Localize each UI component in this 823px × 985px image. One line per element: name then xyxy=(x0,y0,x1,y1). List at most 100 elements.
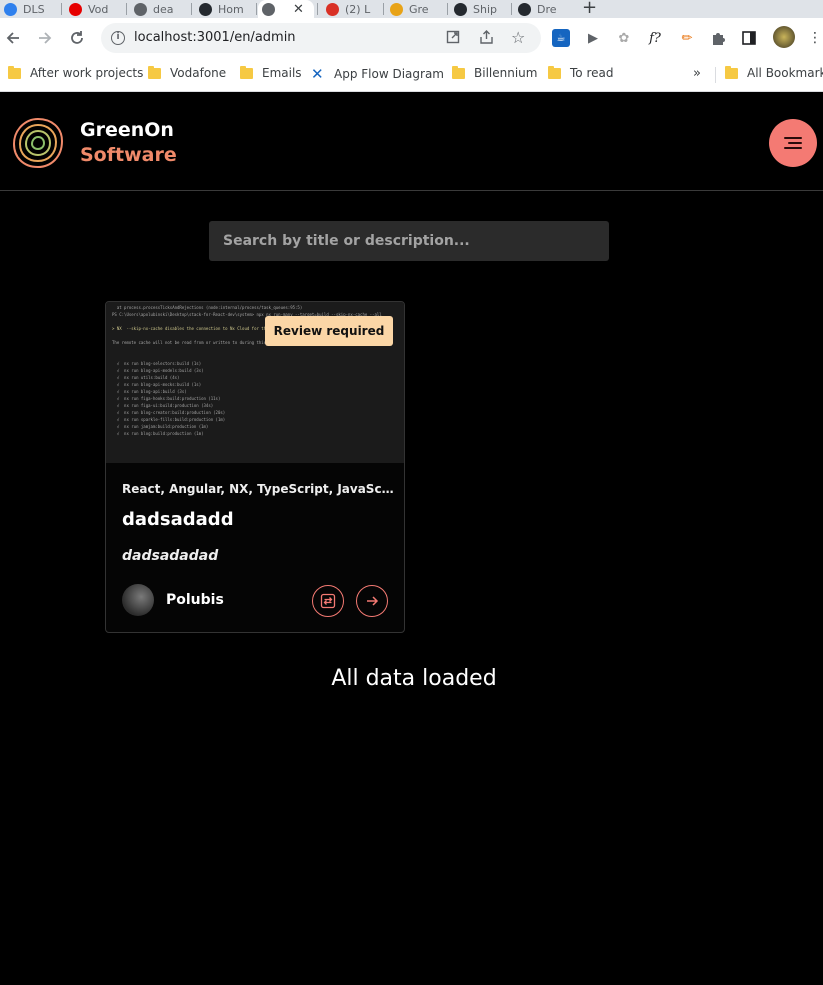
tab-label: Dre xyxy=(537,2,557,16)
tab-separator xyxy=(317,3,318,15)
bookmark-folder[interactable]: Vodafone xyxy=(148,65,226,80)
tab-favicon-icon xyxy=(4,2,17,16)
close-tab-icon[interactable]: ✕ xyxy=(293,2,304,17)
browser-tab[interactable]: Hom xyxy=(195,0,253,18)
tab-separator xyxy=(61,3,62,15)
greenon-logo-icon[interactable] xyxy=(11,116,65,170)
card-description: dadsadadad xyxy=(122,548,219,564)
browser-tab[interactable]: Ship xyxy=(450,0,508,18)
folder-icon xyxy=(148,65,161,79)
browser-tab[interactable]: (2) L xyxy=(322,0,380,18)
tab-favicon-icon xyxy=(134,2,147,16)
tab-separator xyxy=(191,3,192,15)
extension-formula-icon[interactable]: f? xyxy=(646,29,664,47)
tab-label: Hom xyxy=(218,2,244,16)
folder-icon xyxy=(240,65,253,79)
profile-avatar[interactable] xyxy=(773,26,795,48)
share-icon[interactable] xyxy=(479,30,494,48)
bookmark-folder[interactable]: After work projects xyxy=(8,65,143,80)
article-card[interactable]: at process.processTicksAndRejections (no… xyxy=(105,301,405,633)
thumbnail-terminal-line: √ nx run utils:build (4s) xyxy=(112,375,180,380)
tab-label: Gre xyxy=(409,2,429,16)
bookmark-link[interactable]: ✕ App Flow Diagram xyxy=(311,66,444,82)
extension-play-icon[interactable]: ▶ xyxy=(584,29,602,47)
reload-icon[interactable] xyxy=(66,27,88,49)
url-text[interactable]: localhost:3001/en/admin xyxy=(134,30,296,45)
browser-menu-icon[interactable]: ⋮ xyxy=(806,29,823,47)
thumbnail-terminal-line: √ nx run figa-hooks:build:production (11… xyxy=(112,396,221,401)
browser-tab-strip: + DLS Vod dea Hom ✕ (2) L Gre Ship Dre xyxy=(0,0,823,18)
open-in-new-icon[interactable] xyxy=(446,30,460,48)
bookmarks-divider xyxy=(715,67,716,83)
search-input[interactable] xyxy=(209,221,609,261)
change-status-button[interactable] xyxy=(312,585,344,617)
thumbnail-terminal-line: √ nx run figa-ui:build:production (34s) xyxy=(112,403,214,408)
thumbnail-terminal-line: √ nx run blog-api-models:build (3s) xyxy=(112,368,204,373)
bookmark-star-icon[interactable]: ☆ xyxy=(511,28,525,47)
browser-tab[interactable]: Vod xyxy=(65,0,123,18)
card-tags: React, Angular, NX, TypeScript, JavaScri… xyxy=(122,482,394,496)
tab-favicon-icon xyxy=(199,2,212,16)
thumbnail-terminal-line: √ nx run jamjam:build:production (1m) xyxy=(112,424,209,429)
menu-button[interactable] xyxy=(769,119,817,167)
bookmarks-bar: After work projects Vodafone Emails ✕ App… xyxy=(0,58,823,92)
tab-favicon-icon xyxy=(262,2,275,16)
bookmark-folder[interactable]: To read xyxy=(548,65,613,80)
back-icon[interactable] xyxy=(2,27,24,49)
swap-icon xyxy=(320,593,336,609)
tab-label: dea xyxy=(153,2,174,16)
browser-tab[interactable]: DLS xyxy=(0,0,58,18)
forward-icon[interactable] xyxy=(34,27,56,49)
app-flow-icon: ✕ xyxy=(311,65,324,83)
app-header: GreenOn Software xyxy=(0,93,823,191)
thumbnail-terminal-line xyxy=(112,346,398,353)
thumbnail-terminal-line: √ nx run blog:build:production (1m) xyxy=(112,431,204,436)
extension-coffee-icon[interactable]: ☕ xyxy=(552,29,570,47)
tab-separator xyxy=(383,3,384,15)
new-tab-button[interactable]: + xyxy=(582,0,597,18)
status-badge: Review required xyxy=(265,316,393,346)
browser-tab[interactable]: ✕ xyxy=(258,0,314,18)
open-article-button[interactable] xyxy=(356,585,388,617)
brand-subtitle: Software xyxy=(80,144,177,166)
bookmark-folder[interactable]: Emails xyxy=(240,65,302,80)
extensions-puzzle-icon[interactable] xyxy=(709,29,727,47)
extension-gear-icon[interactable]: ✿ xyxy=(615,29,633,47)
tab-label: Vod xyxy=(88,2,109,16)
thumbnail-terminal-line: √ nx run blog-api:build (3s) xyxy=(112,389,187,394)
browser-tab[interactable]: dea xyxy=(130,0,188,18)
folder-icon xyxy=(548,65,561,79)
folder-icon xyxy=(8,65,21,79)
thumbnail-terminal-line: √ nx run blog-creator:build:production (… xyxy=(112,410,226,415)
tab-favicon-icon xyxy=(390,2,403,16)
all-bookmarks-button[interactable]: All Bookmarks xyxy=(725,65,823,80)
thumbnail-terminal-line: √ nx run blog-selectors:build (1s) xyxy=(112,361,202,366)
browser-tab[interactable]: Dre xyxy=(514,0,572,18)
thumbnail-terminal-line xyxy=(112,353,398,360)
tab-favicon-icon xyxy=(454,2,467,16)
load-status-text: All data loaded xyxy=(331,666,497,691)
author-avatar xyxy=(122,584,154,616)
thumbnail-terminal-line: √ nx run sparkle-fills:build:production … xyxy=(112,417,226,422)
author-name: Polubis xyxy=(166,592,224,608)
bookmark-folder[interactable]: Billennium xyxy=(452,65,537,80)
thumbnail-terminal-line: at process.processTicksAndRejections (no… xyxy=(112,305,303,310)
thumbnail-terminal-line: √ nx run blog-api-mocks:build (1s) xyxy=(112,382,202,387)
tab-label: DLS xyxy=(23,2,45,16)
tab-favicon-icon xyxy=(69,2,82,16)
side-panel-icon[interactable] xyxy=(740,29,758,47)
brand-name: GreenOn xyxy=(80,119,174,141)
browser-toolbar: i localhost:3001/en/admin ☆ ☕ ▶ ✿ f? ✏ ⋮ xyxy=(0,18,823,58)
card-title[interactable]: dadsadadd xyxy=(122,509,234,530)
address-bar[interactable]: i localhost:3001/en/admin ☆ xyxy=(101,23,541,53)
tab-favicon-icon xyxy=(326,2,339,16)
browser-tab[interactable]: Gre xyxy=(386,0,444,18)
extension-pencil-icon[interactable]: ✏ xyxy=(678,29,696,47)
more-bookmarks-button[interactable]: » xyxy=(693,66,701,81)
site-info-icon[interactable]: i xyxy=(111,31,125,45)
hamburger-menu-icon xyxy=(784,137,802,149)
folder-icon xyxy=(725,65,738,79)
tab-label: Ship xyxy=(473,2,497,16)
folder-icon xyxy=(452,65,465,79)
tab-label: (2) L xyxy=(345,2,371,16)
